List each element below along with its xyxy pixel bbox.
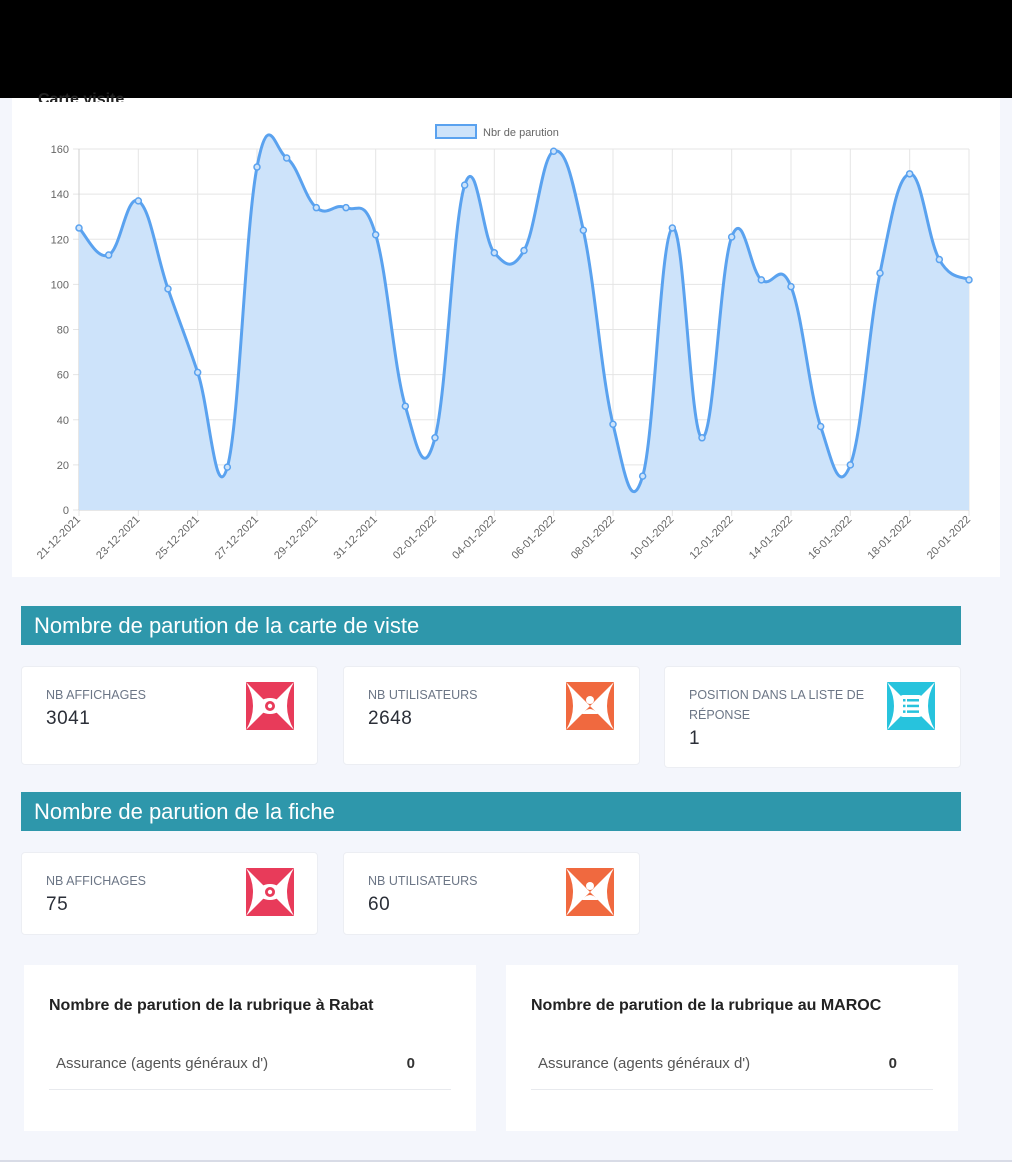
data-point <box>787 282 795 291</box>
x-tick-label: 02-01-2022 <box>391 514 439 562</box>
table-row: Assurance (agents généraux d') 0 <box>49 1043 451 1090</box>
stat-value: 3041 <box>46 708 91 729</box>
eye-icon <box>246 868 294 916</box>
stat-card-utilisateurs: NB UTILISATEURS 2648 <box>343 666 640 765</box>
data-point <box>698 434 706 442</box>
data-point <box>253 163 261 171</box>
data-point <box>609 420 617 429</box>
data-point <box>164 285 172 293</box>
y-tick-label: 160 <box>51 144 69 156</box>
y-tick-label: 80 <box>57 325 69 337</box>
y-tick-label: 20 <box>57 460 69 472</box>
legend-swatch <box>435 124 477 139</box>
x-tick-label: 04-01-2022 <box>450 514 498 562</box>
users-icon <box>566 868 614 916</box>
stat-card-affichages: NB AFFICHAGES 3041 <box>21 666 318 765</box>
data-point <box>846 461 855 469</box>
x-tick-label: 10-01-2022 <box>628 514 676 562</box>
stat-value: 60 <box>368 894 391 915</box>
rubrique-rabat-title: Nombre de parution de la rubrique à Raba… <box>49 997 374 1014</box>
x-tick-label: 20-01-2022 <box>925 514 973 562</box>
data-point <box>282 154 291 162</box>
data-point <box>935 255 944 264</box>
top-bar <box>0 0 1012 98</box>
data-point <box>905 170 914 178</box>
y-tick-label: 40 <box>57 415 69 427</box>
x-tick-label: 25-12-2021 <box>154 514 202 562</box>
section-fiche-header: Nombre de parution de la fiche <box>21 792 961 831</box>
x-tick-label: 21-12-2021 <box>35 514 83 562</box>
rubrique-rabat-card: Nombre de parution de la rubrique à Raba… <box>24 965 476 1131</box>
rubrique-maroc-title: Nombre de parution de la rubrique au MAR… <box>531 997 882 1014</box>
stat-value: 2648 <box>368 708 413 729</box>
x-tick-label: 16-01-2022 <box>806 514 854 562</box>
eye-icon <box>246 682 294 730</box>
rubrique-count: 0 <box>888 1055 897 1072</box>
stat-card-utilisateurs-fiche: NB UTILISATEURS 60 <box>343 852 640 935</box>
legend-label: Nbr de parution <box>483 127 559 139</box>
y-tick-label: 0 <box>63 505 69 517</box>
data-point <box>431 434 439 442</box>
data-point <box>104 251 113 259</box>
data-point <box>668 224 677 232</box>
stat-card-affichages-fiche: NB AFFICHAGES 75 <box>21 852 318 935</box>
data-point <box>401 402 410 410</box>
data-point <box>75 224 83 232</box>
y-tick-label: 140 <box>51 189 69 201</box>
stat-label: NB UTILISATEURS <box>368 688 478 702</box>
data-point <box>876 269 884 277</box>
stat-label: NB AFFICHAGES <box>46 874 147 888</box>
stat-label: NB UTILISATEURS <box>368 874 478 888</box>
x-tick-label: 14-01-2022 <box>747 514 795 562</box>
x-tick-label: 06-01-2022 <box>510 514 558 562</box>
data-point <box>193 368 202 377</box>
data-point <box>342 203 350 212</box>
rubrique-count: 0 <box>406 1055 415 1072</box>
data-point <box>312 203 321 212</box>
data-point <box>579 226 588 234</box>
data-point <box>757 276 766 284</box>
data-point <box>549 147 558 156</box>
x-tick-label: 12-01-2022 <box>688 514 736 562</box>
data-point <box>816 422 825 431</box>
stat-label: POSITION DANS LA LISTE DE RÉPONSE <box>689 688 865 722</box>
line-chart: 0 20 40 60 80 100 120 140 160 21-12-2021 23-12-202… <box>35 124 973 562</box>
stat-value: 1 <box>689 728 701 749</box>
y-tick-label: 100 <box>51 279 69 291</box>
x-tick-label: 18-01-2022 <box>866 514 914 562</box>
rubrique-maroc-card: Nombre de parution de la rubrique au MAR… <box>506 965 958 1131</box>
data-point <box>460 181 469 189</box>
data-point <box>520 246 528 255</box>
x-tick-label: 29-12-2021 <box>272 514 320 562</box>
data-point <box>371 230 380 239</box>
table-row: Assurance (agents généraux d') 0 <box>531 1043 933 1090</box>
list-icon <box>887 682 935 730</box>
stat-label: NB AFFICHAGES <box>46 688 147 702</box>
data-point <box>223 463 232 471</box>
y-tick-label: 120 <box>51 234 69 246</box>
rubrique-name: Assurance (agents généraux d') <box>56 1055 269 1072</box>
y-tick-label: 60 <box>57 370 69 382</box>
stat-card-position: POSITION DANS LA LISTE DE RÉPONSE 1 <box>664 666 961 768</box>
x-tick-label: 08-01-2022 <box>569 514 617 562</box>
chart-card: Carte visite 0 20 40 60 80 100 120 140 160 21-12-… <box>12 91 1000 577</box>
data-point <box>490 249 499 257</box>
data-point <box>638 472 647 480</box>
users-icon <box>566 682 614 730</box>
data-point <box>727 233 736 241</box>
x-tick-label: 27-12-2021 <box>213 514 261 562</box>
section-carte-header: Nombre de parution de la carte de viste <box>21 606 961 645</box>
x-tick-label: 23-12-2021 <box>94 514 142 562</box>
stat-value: 75 <box>46 894 69 915</box>
data-point <box>134 197 143 205</box>
data-point <box>965 276 973 284</box>
rubrique-name: Assurance (agents généraux d') <box>538 1055 751 1072</box>
x-tick-label: 31-12-2021 <box>332 514 380 562</box>
